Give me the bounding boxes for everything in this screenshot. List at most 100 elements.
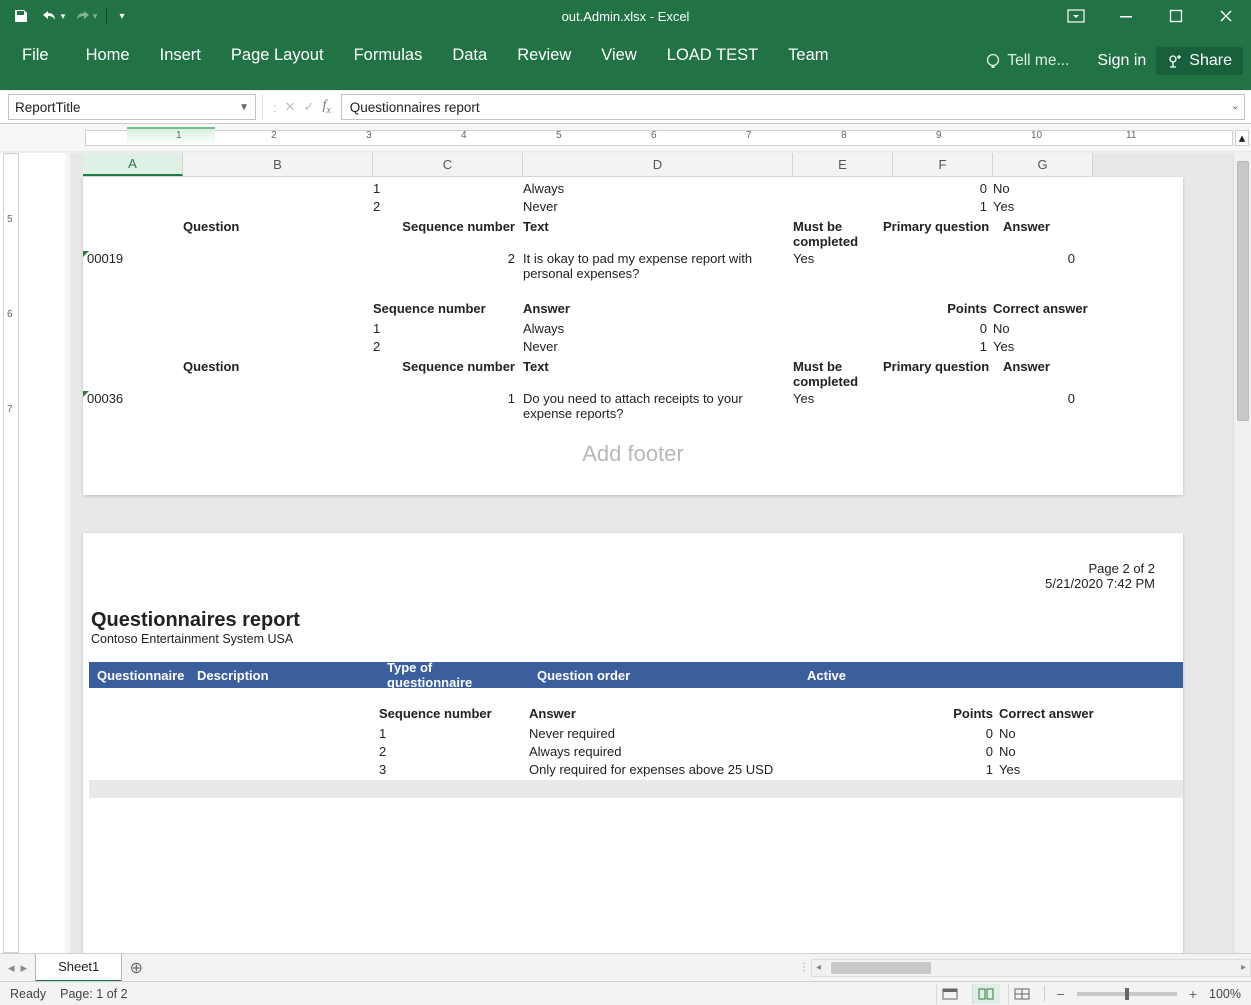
horizontal-scroll-thumb[interactable] — [831, 962, 931, 974]
seq-cell[interactable]: 2 — [373, 339, 523, 357]
answer-cell[interactable]: Never — [523, 199, 793, 217]
points-cell[interactable]: 1 — [889, 762, 999, 780]
maximize-icon[interactable] — [1151, 0, 1201, 32]
col-header-g[interactable]: G — [993, 153, 1093, 176]
highlighted-row[interactable] — [89, 780, 1183, 798]
correct-cell[interactable]: No — [993, 181, 1153, 199]
view-normal-icon[interactable] — [936, 984, 964, 1004]
sign-in-button[interactable]: Sign in — [1097, 52, 1146, 70]
seq-cell[interactable]: 1 — [373, 321, 523, 339]
answer-cell[interactable]: Always required — [529, 744, 799, 762]
undo-icon[interactable]: ▾ — [40, 3, 66, 29]
hscroll-right-icon[interactable]: ▸ — [1237, 962, 1250, 973]
zoom-slider-thumb[interactable] — [1125, 988, 1129, 1000]
hscroll-left-icon[interactable]: ◂ — [812, 962, 825, 973]
vertical-scroll-up-icon[interactable]: ▴ — [1235, 130, 1249, 146]
correct-cell[interactable]: No — [999, 744, 1159, 762]
report-title[interactable]: Questionnaires report — [89, 609, 1183, 632]
sheet-area[interactable]: ABCDEFG 19202122232425262728 1 Always 0 … — [70, 153, 1233, 953]
hscroll-splitter-icon[interactable]: ⋮ — [797, 962, 811, 973]
q-seq[interactable]: 1 — [333, 391, 523, 406]
zoom-out-icon[interactable]: − — [1053, 986, 1069, 1002]
seq-cell[interactable]: 3 — [379, 762, 529, 780]
close-icon[interactable] — [1201, 0, 1251, 32]
correct-cell[interactable]: No — [999, 726, 1159, 744]
formula-bar-input[interactable]: Questionnaires report ⌄ — [341, 94, 1245, 120]
view-page-layout-icon[interactable] — [972, 984, 1000, 1004]
col-header-b[interactable]: B — [183, 153, 373, 176]
q-answer[interactable]: 0 — [1003, 251, 1083, 266]
q-text[interactable]: It is okay to pad my expense report with… — [523, 251, 793, 281]
answer-cell[interactable]: Never — [523, 339, 793, 357]
share-button[interactable]: Share — [1156, 47, 1243, 75]
sheet-tab-active[interactable]: Sheet1 — [35, 954, 122, 982]
answer-cell[interactable]: Always — [523, 321, 793, 339]
points-cell[interactable]: 0 — [893, 181, 993, 199]
correct-cell[interactable]: Yes — [993, 339, 1153, 357]
nav-first-icon[interactable]: ◂ — [8, 960, 15, 976]
expand-formula-icon[interactable]: ⌄ — [1231, 99, 1240, 112]
question-id[interactable]: 00036 — [87, 391, 123, 406]
zoom-in-icon[interactable]: + — [1185, 986, 1201, 1002]
zoom-level[interactable]: 100% — [1209, 987, 1241, 1001]
horizontal-scrollbar[interactable]: ◂ ▸ — [811, 959, 1251, 977]
vertical-scroll-thumb[interactable] — [1237, 161, 1249, 421]
tab-file[interactable]: File — [0, 38, 71, 75]
fx-icon[interactable]: fx — [322, 98, 330, 116]
answer-cell[interactable]: Always — [523, 181, 793, 199]
points-cell[interactable]: 1 — [883, 339, 993, 357]
cancel-formula-icon[interactable]: ✕ — [285, 99, 296, 115]
view-page-break-icon[interactable] — [1008, 984, 1036, 1004]
points-cell[interactable]: 0 — [889, 726, 999, 744]
tab-load-test[interactable]: LOAD TEST — [652, 38, 773, 75]
points-cell[interactable]: 1 — [893, 199, 993, 217]
tab-view[interactable]: View — [586, 38, 651, 75]
correct-cell[interactable]: No — [993, 321, 1153, 339]
points-cell[interactable]: 0 — [889, 744, 999, 762]
q-seq[interactable]: 2 — [333, 251, 523, 266]
tab-data[interactable]: Data — [437, 38, 502, 75]
question-id[interactable]: 00019 — [87, 251, 123, 266]
q-must[interactable]: Yes — [793, 391, 883, 406]
enter-formula-icon[interactable]: ✓ — [304, 99, 315, 115]
redo-icon[interactable]: ▾ — [72, 3, 98, 29]
sheet-add-icon[interactable]: ⊕ — [122, 958, 150, 978]
sheet-nav[interactable]: ◂ ▸ — [0, 954, 36, 981]
tab-home[interactable]: Home — [71, 38, 145, 75]
points-cell[interactable]: 0 — [883, 321, 993, 339]
correct-cell[interactable]: Yes — [993, 199, 1153, 217]
seq-cell[interactable]: 1 — [379, 726, 529, 744]
q-must[interactable]: Yes — [793, 251, 883, 266]
name-box[interactable]: ReportTitle ▼ — [8, 94, 256, 120]
report-subtitle[interactable]: Contoso Entertainment System USA — [89, 632, 1183, 656]
add-footer-placeholder[interactable]: Add footer — [83, 427, 1183, 495]
seq-cell[interactable]: 2 — [373, 199, 523, 217]
tab-insert[interactable]: Insert — [145, 38, 216, 75]
col-header-f[interactable]: F — [893, 153, 993, 176]
ribbon-display-options-icon[interactable] — [1051, 0, 1101, 32]
vertical-ruler[interactable]: 567 — [3, 153, 19, 953]
tab-review[interactable]: Review — [502, 38, 586, 75]
correct-cell[interactable]: Yes — [999, 762, 1159, 780]
q-text[interactable]: Do you need to attach receipts to your e… — [523, 391, 793, 421]
horizontal-ruler[interactable]: 1234567891011 — [85, 130, 1233, 146]
vertical-scrollbar[interactable] — [1233, 153, 1251, 953]
zoom-slider[interactable] — [1077, 992, 1177, 996]
chevron-down-icon[interactable]: ▼ — [239, 102, 249, 113]
nav-prev-icon[interactable]: ▸ — [21, 960, 28, 976]
q-answer[interactable]: 0 — [1003, 391, 1083, 406]
col-header-e[interactable]: E — [793, 153, 893, 176]
seq-cell[interactable]: 2 — [379, 744, 529, 762]
answer-cell[interactable]: Only required for expenses above 25 USD — [529, 762, 799, 780]
qat-customize-icon[interactable]: ▾ — [115, 3, 129, 29]
tab-page-layout[interactable]: Page Layout — [216, 38, 339, 75]
col-header-a[interactable]: A — [83, 153, 183, 176]
tab-team[interactable]: Team — [773, 38, 843, 75]
minimize-icon[interactable] — [1101, 0, 1151, 32]
seq-cell[interactable]: 1 — [373, 181, 523, 199]
save-icon[interactable] — [8, 3, 34, 29]
answer-cell[interactable]: Never required — [529, 726, 799, 744]
tell-me-search[interactable]: Tell me... — [983, 52, 1069, 70]
col-header-d[interactable]: D — [523, 153, 793, 176]
col-header-c[interactable]: C — [373, 153, 523, 176]
